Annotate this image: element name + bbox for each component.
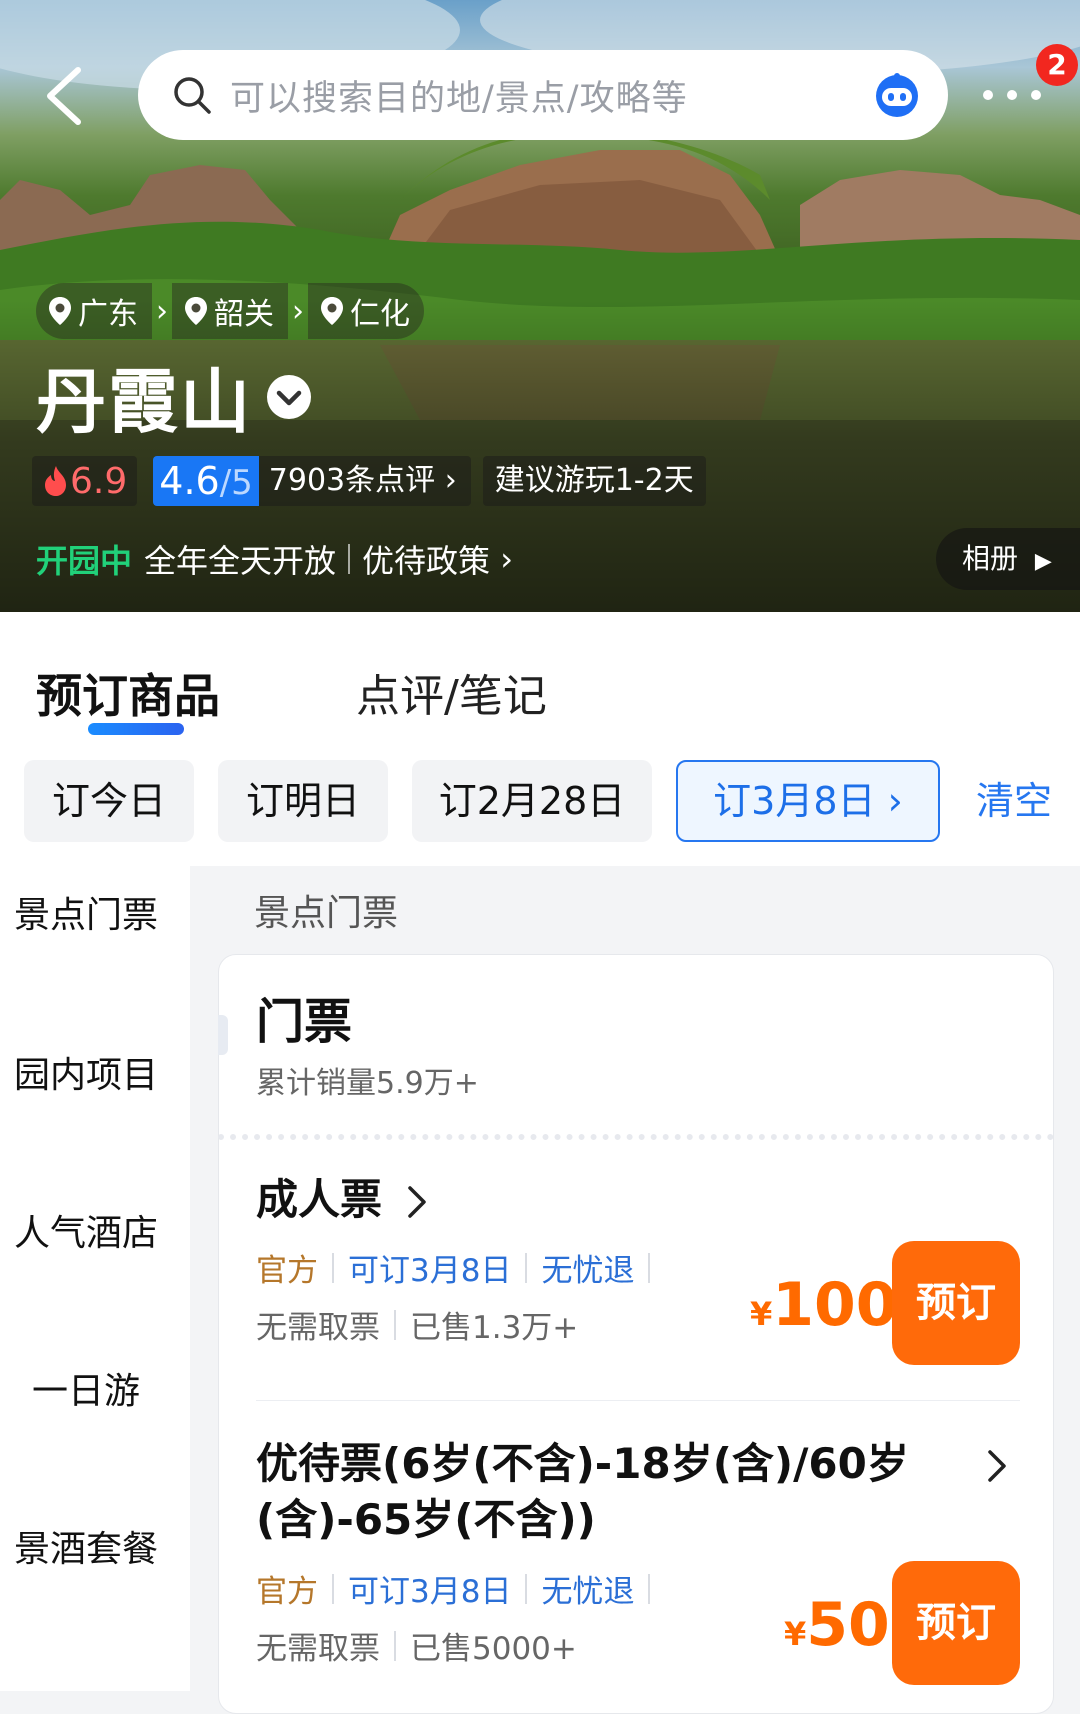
opening-info[interactable]: 开园中 全年全天开放 优待政策 ›	[36, 536, 513, 582]
active-tab-indicator	[88, 723, 184, 735]
sidebar-item-park-activities[interactable]: 园内项目	[14, 1046, 158, 1098]
date-chip-feb28[interactable]: 订2月28日	[412, 760, 652, 842]
stats-row: 6.9 4.6/5 7903条点评 › 建议游玩1-2天	[32, 456, 706, 506]
tab-booking[interactable]: 预订商品	[36, 660, 220, 726]
breadcrumb-county[interactable]: 仁化	[308, 283, 424, 339]
chevron-right-icon: ›	[887, 779, 903, 823]
rating-score[interactable]: 4.6/5	[153, 456, 259, 506]
play-triangle-icon: ▶	[1034, 549, 1052, 574]
card-total-sales: 累计销量5.9万+	[256, 1066, 479, 1101]
tab-reviews-notes[interactable]: 点评/笔记	[356, 660, 547, 724]
sidebar-item-hotel-package[interactable]: 景酒套餐	[14, 1520, 158, 1572]
discount-policy-link[interactable]: 优待政策	[362, 536, 490, 582]
row-divider	[256, 1400, 1020, 1401]
tag-official: 官方	[256, 1253, 318, 1289]
assistant-bot-icon[interactable]	[872, 72, 922, 118]
divider	[394, 1309, 396, 1340]
heat-score: 6.9	[32, 456, 138, 506]
dotted-divider	[218, 1134, 1054, 1140]
book-button[interactable]: 预订	[892, 1561, 1020, 1685]
tag-official: 官方	[256, 1574, 318, 1610]
reviews-link[interactable]: 7903条点评 ›	[258, 456, 471, 506]
sold-count: 已售1.3万+	[410, 1310, 579, 1346]
location-pin-icon	[49, 297, 71, 325]
search-placeholder[interactable]: 可以搜索目的地/景点/攻略等	[230, 70, 872, 121]
search-icon	[174, 77, 211, 114]
ticket-name-concession-line1[interactable]: 优待票(6岁(不含)-18岁(含)/60岁	[256, 1436, 909, 1492]
pickup-note: 无需取票	[256, 1631, 380, 1667]
tag-free-refund: 无忧退	[541, 1574, 635, 1610]
ticket-price: ¥100	[750, 1270, 898, 1340]
divider	[332, 1573, 334, 1604]
divider	[525, 1573, 528, 1604]
sold-count: 已售5000+	[410, 1631, 577, 1667]
date-filter-row: 订今日 订明日 订2月28日 订3月8日 › 清空	[0, 760, 1080, 842]
chevron-right-icon: ›	[156, 293, 168, 329]
tag-free-refund: 无忧退	[541, 1253, 635, 1289]
location-pin-icon	[321, 297, 343, 325]
book-button[interactable]: 预订	[892, 1241, 1020, 1365]
chevron-right-icon: ›	[292, 293, 304, 329]
flame-icon	[45, 466, 66, 496]
ticket-name-adult[interactable]: 成人票	[256, 1172, 382, 1228]
attraction-title-row[interactable]: 丹霞山	[36, 346, 312, 447]
chevron-right-icon[interactable]	[406, 1184, 428, 1220]
ticket-price: ¥50	[784, 1590, 890, 1660]
sidebar-item-popular-hotels[interactable]: 人气酒店	[14, 1204, 158, 1256]
notification-badge: 2	[1036, 44, 1078, 86]
divider	[332, 1252, 334, 1283]
divider	[648, 1252, 651, 1283]
divider	[525, 1252, 528, 1283]
album-button[interactable]: 相册 ▶	[936, 528, 1080, 590]
date-chip-tomorrow[interactable]: 订明日	[218, 760, 388, 842]
card-notch	[218, 1015, 228, 1055]
card-title: 门票	[256, 994, 353, 1050]
ticket-tags: 官方 可订3月8日 无忧退	[256, 1245, 664, 1290]
clear-date-button[interactable]: 清空	[976, 760, 1052, 842]
suggested-duration: 建议游玩1-2天	[482, 456, 706, 506]
breadcrumb-province[interactable]: 广东	[36, 283, 152, 339]
category-sidebar: 景点门票 园内项目 人气酒店 一日游 景酒套餐	[0, 866, 190, 1691]
chevron-right-icon: ›	[444, 463, 457, 498]
more-icon[interactable]	[978, 80, 1048, 110]
chevron-down-icon[interactable]	[266, 374, 312, 420]
sidebar-item-day-tour[interactable]: 一日游	[32, 1362, 140, 1414]
tag-bookable-date: 可订3月8日	[348, 1253, 512, 1289]
attraction-title: 丹霞山	[36, 361, 252, 443]
ticket-meta: 无需取票 已售1.3万+	[256, 1302, 578, 1347]
ticket-tags: 官方 可订3月8日 无忧退	[256, 1566, 664, 1611]
back-icon[interactable]	[40, 64, 92, 128]
chevron-right-icon: ›	[490, 540, 514, 578]
date-chip-today[interactable]: 订今日	[24, 760, 194, 842]
chevron-right-icon[interactable]	[986, 1448, 1008, 1484]
divider	[394, 1630, 396, 1661]
divider	[648, 1573, 651, 1604]
location-pin-icon	[185, 297, 207, 325]
location-breadcrumb: 广东 › 韶关 › 仁化	[36, 283, 424, 339]
opening-hours: 全年全天开放	[144, 542, 337, 580]
ticket-meta: 无需取票 已售5000+	[256, 1623, 577, 1668]
ticket-name-concession-line2[interactable]: (含)-65岁(不含))	[256, 1492, 596, 1548]
search-bar[interactable]: 可以搜索目的地/景点/攻略等	[138, 50, 948, 140]
pickup-note: 无需取票	[256, 1310, 380, 1346]
open-status: 开园中	[36, 542, 133, 580]
breadcrumb-city[interactable]: 韶关	[172, 283, 288, 339]
divider	[348, 544, 351, 574]
section-title: 景点门票	[254, 893, 399, 934]
sidebar-item-tickets[interactable]: 景点门票	[14, 886, 158, 938]
date-chip-mar8-selected[interactable]: 订3月8日 ›	[676, 760, 940, 842]
tag-bookable-date: 可订3月8日	[348, 1574, 512, 1610]
